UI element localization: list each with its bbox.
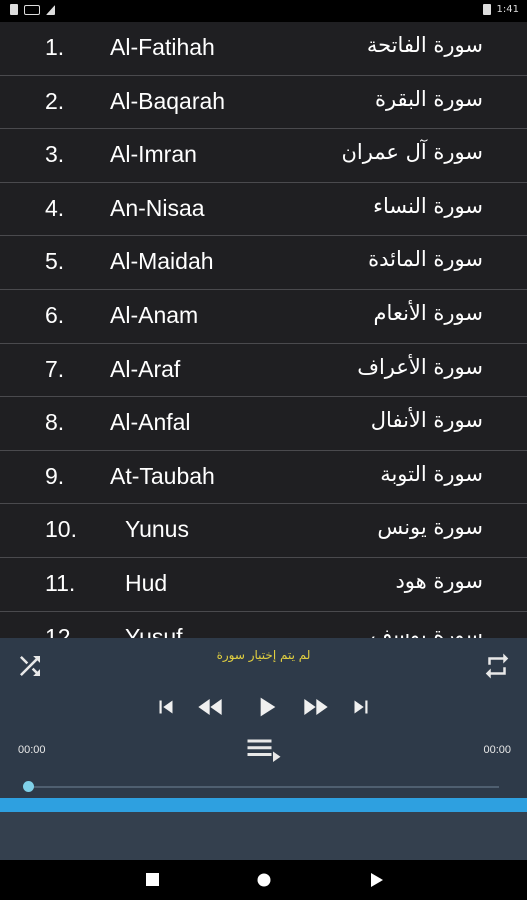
surah-latin-name: Al-Anfal (110, 409, 191, 436)
player-title: لم يتم إختيار سورة (216, 648, 311, 662)
surah-latin-name: At-Taubah (110, 462, 215, 489)
fast-forward-icon[interactable] (298, 691, 332, 723)
shuffle-icon[interactable] (14, 650, 46, 682)
surah-arabic-name: سورة الأعراف (357, 354, 483, 379)
surah-latin-name: Yusuf (125, 623, 183, 638)
status-time: 1:41 (496, 4, 519, 15)
play-icon[interactable] (249, 690, 283, 724)
surah-row[interactable]: 2. Al-Baqarah سورة البقرة (0, 75, 527, 130)
surah-number: 10. (45, 516, 77, 543)
surah-arabic-name: سورة المائدة (368, 247, 483, 272)
rewind-icon[interactable] (194, 691, 228, 723)
surah-arabic-name: سورة الأنعام (373, 300, 483, 325)
skip-previous-icon[interactable] (152, 693, 180, 721)
surah-number: 5. (45, 248, 65, 275)
home-circle-icon[interactable] (256, 872, 272, 892)
surah-number: 7. (45, 355, 65, 382)
surah-number: 3. (45, 141, 65, 168)
surah-arabic-name: سورة يونس (377, 515, 483, 540)
progress-knob[interactable] (23, 781, 34, 792)
surah-number: 2. (45, 87, 65, 114)
surah-row[interactable]: 1. Al-Fatihah سورة الفاتحة (0, 22, 527, 76)
surah-arabic-name: سورة الفاتحة (366, 33, 483, 57)
repeat-icon[interactable] (481, 650, 513, 682)
surah-row[interactable]: 9. At-Taubah سورة التوبة (0, 450, 527, 505)
navigation-bar (0, 860, 527, 900)
surah-row[interactable]: 8. Al-Anfal سورة الأنفال (0, 397, 527, 451)
surah-latin-name: Al-Fatihah (110, 34, 215, 60)
surah-number: 8. (45, 409, 65, 436)
surah-row[interactable]: 3. Al-Imran سورة آل عمران (0, 129, 527, 183)
audio-player: لم يتم إختيار سورة 00:00 00:00 (0, 638, 527, 860)
surah-row[interactable]: 11. Hud سورة هود (0, 557, 527, 612)
player-accent-bar (0, 798, 527, 812)
sim-icon (10, 4, 18, 15)
skip-next-icon[interactable] (347, 693, 375, 721)
surah-number: 9. (45, 462, 65, 489)
surah-latin-name: Yunus (125, 516, 189, 543)
surah-latin-name: Hud (125, 569, 168, 596)
signal-icon (46, 4, 55, 15)
surah-arabic-name: سورة يوسف (370, 622, 483, 638)
status-right: 1:41 (482, 4, 519, 15)
surah-latin-name: An-Nisaa (110, 194, 205, 221)
surah-number: 1. (45, 34, 65, 60)
surah-row[interactable]: 12. Yusuf سورة يوسف (0, 611, 527, 638)
surah-latin-name: Al-Maidah (110, 248, 214, 275)
surah-row[interactable]: 5. Al-Maidah سورة المائدة (0, 236, 527, 290)
playlist-icon[interactable] (245, 734, 283, 766)
surah-number: 12. (45, 623, 77, 638)
battery-icon (482, 4, 491, 15)
progress-track[interactable] (28, 786, 499, 788)
surah-latin-name: Al-Anam (110, 301, 199, 328)
wifi-icon (24, 4, 40, 15)
surah-number: 11. (45, 569, 76, 596)
recents-square-icon[interactable] (145, 872, 161, 892)
surah-arabic-name: سورة هود (395, 568, 483, 593)
status-bar: 1:41 (0, 0, 527, 22)
time-total: 00:00 (483, 744, 511, 756)
surah-list[interactable]: 1. Al-Fatihah سورة الفاتحة 2. Al-Baqarah سورة… (0, 22, 527, 638)
surah-latin-name: Al-Araf (110, 355, 181, 382)
surah-arabic-name: سورة البقرة (374, 86, 483, 111)
time-current: 00:00 (18, 744, 46, 756)
surah-row[interactable]: 10. Yunus سورة يونس (0, 504, 527, 558)
back-triangle-icon[interactable] (369, 872, 385, 892)
surah-number: 4. (45, 194, 65, 221)
status-left-icons (10, 4, 55, 15)
surah-latin-name: Al-Baqarah (110, 87, 226, 114)
surah-arabic-name: سورة آل عمران (341, 140, 483, 165)
surah-number: 6. (45, 301, 65, 328)
surah-row[interactable]: 7. Al-Araf سورة الأعراف (0, 343, 527, 398)
surah-row[interactable]: 6. Al-Anam سورة الأنعام (0, 289, 527, 344)
surah-arabic-name: سورة الأنفال (370, 408, 483, 433)
surah-row[interactable]: 4. An-Nisaa سورة النساء (0, 182, 527, 237)
player-bottom-panel (0, 812, 527, 860)
surah-latin-name: Al-Imran (110, 141, 197, 168)
surah-arabic-name: سورة التوبة (380, 461, 483, 486)
surah-arabic-name: سورة النساء (373, 193, 483, 218)
